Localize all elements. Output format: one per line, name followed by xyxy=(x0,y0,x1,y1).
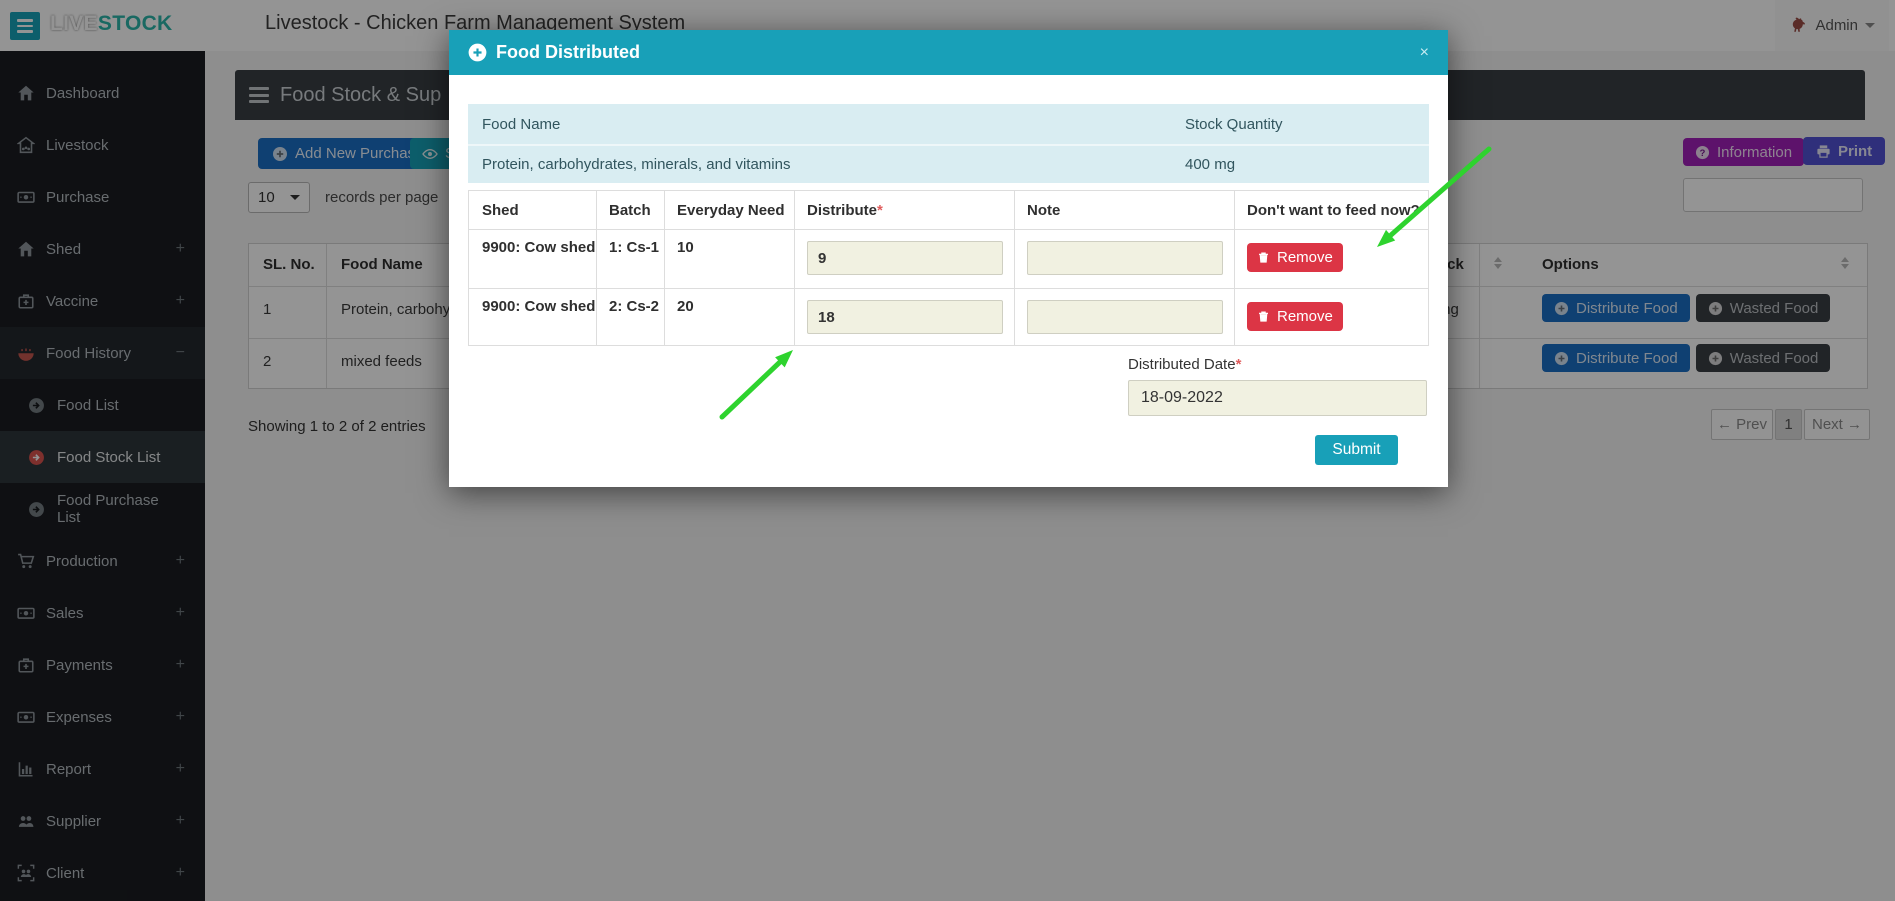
note-input[interactable] xyxy=(1027,241,1223,275)
col-header-shed: Shed xyxy=(482,202,519,219)
close-icon[interactable]: × xyxy=(1420,45,1429,61)
required-asterisk: * xyxy=(1236,356,1242,373)
distribute-input[interactable] xyxy=(807,300,1003,334)
distribute-table: Shed Batch Everyday Need Distribute* Not… xyxy=(468,190,1429,346)
row-divider xyxy=(468,144,1429,146)
required-asterisk: * xyxy=(877,202,883,219)
trash-icon xyxy=(1257,310,1270,323)
distributed-date-label: Distributed Date* xyxy=(1128,356,1241,373)
cell-batch: 1: Cs-1 xyxy=(609,239,659,256)
cell-shed: 9900: Cow shed xyxy=(482,298,595,315)
food-distributed-modal: Food Distributed × Food Name Stock Quant… xyxy=(449,30,1448,487)
col-header-note: Note xyxy=(1027,202,1060,219)
plus-circle-icon xyxy=(468,43,487,62)
note-input[interactable] xyxy=(1027,300,1223,334)
distribute-input[interactable] xyxy=(807,241,1003,275)
col-header-distribute: Distribute* xyxy=(807,202,883,219)
modal-header: Food Distributed × xyxy=(449,30,1448,75)
remove-button[interactable]: Remove xyxy=(1247,243,1343,272)
column-divider xyxy=(1014,191,1015,345)
col-header-batch: Batch xyxy=(609,202,651,219)
submit-button[interactable]: Submit xyxy=(1315,435,1398,465)
column-divider xyxy=(1234,191,1235,345)
column-divider xyxy=(794,191,795,345)
info-cell-food-name: Protein, carbohydrates, minerals, and vi… xyxy=(482,156,790,173)
food-info-table: Food Name Stock Quantity Protein, carboh… xyxy=(468,104,1429,183)
column-divider xyxy=(596,191,597,345)
cell-shed: 9900: Cow shed xyxy=(482,239,595,256)
trash-icon xyxy=(1257,251,1270,264)
remove-button[interactable]: Remove xyxy=(1247,302,1343,331)
info-cell-stock-quantity: 400 mg xyxy=(1185,156,1235,173)
info-col-stock-quantity: Stock Quantity xyxy=(1185,116,1283,133)
info-col-food-name: Food Name xyxy=(482,116,560,133)
cell-batch: 2: Cs-2 xyxy=(609,298,659,315)
row-divider xyxy=(469,288,1428,289)
distributed-date-input[interactable] xyxy=(1128,380,1427,416)
col-header-everyday-need: Everyday Need xyxy=(677,202,785,219)
modal-title: Food Distributed xyxy=(496,42,640,63)
column-divider xyxy=(664,191,665,345)
cell-everyday-need: 20 xyxy=(677,298,694,315)
col-header-dont-feed: Don't want to feed now? xyxy=(1247,202,1420,219)
row-divider xyxy=(469,229,1428,230)
cell-everyday-need: 10 xyxy=(677,239,694,256)
